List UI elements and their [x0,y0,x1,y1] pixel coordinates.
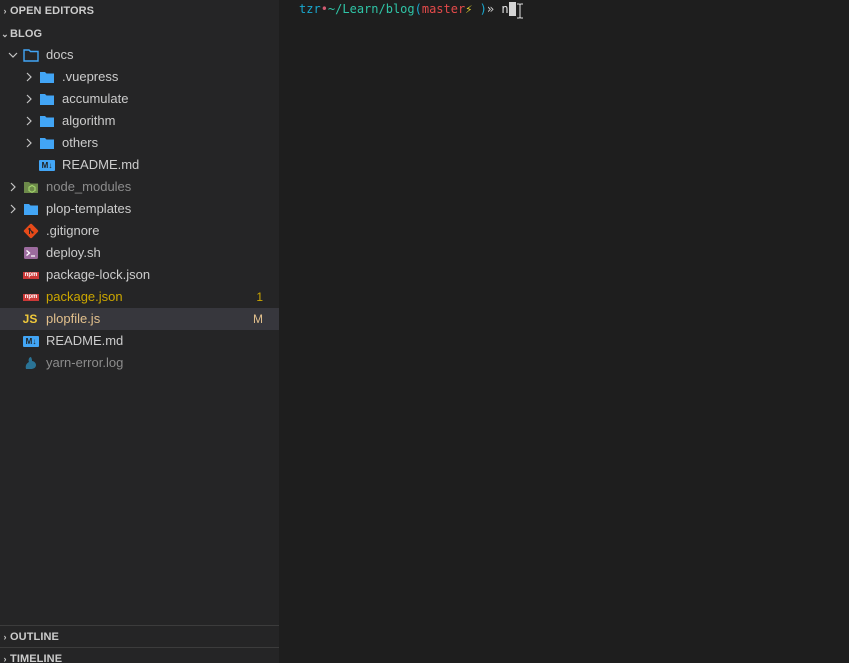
tree-item-deploy-sh[interactable]: deploy.sh [0,242,279,264]
chevron-right-icon: › [3,6,7,16]
npm-icon-glyph: npm [23,271,39,279]
outline-title: OUTLINE [10,631,59,643]
tree-item-label: accumulate [62,91,129,106]
prompt-separator: • [320,2,328,16]
tree-item-label: yarn-error.log [46,355,124,370]
git-icon [23,223,39,239]
tree-item-docs-readme[interactable]: M↓ README.md [0,154,279,176]
tree-item-label: package.json [46,289,123,304]
tree-item-label: .gitignore [46,223,100,238]
project-title: BLOG [10,28,43,40]
tree-item-package-json[interactable]: npm package.json 1 [0,286,279,308]
tree-item-label: docs [46,47,74,62]
folder-open-icon [23,47,39,63]
npm-icon: npm [23,289,39,305]
folder-icon [39,113,55,129]
tree-item-label: plop-templates [46,201,132,216]
markdown-icon-glyph: M↓ [39,159,55,171]
tree-item-accumulate[interactable]: accumulate [0,88,279,110]
tree-item-label: plopfile.js [46,311,101,326]
prompt-close-paren: ) [472,2,487,16]
javascript-icon-glyph: JS [22,312,38,326]
open-editors-title: OPEN EDITORS [10,5,95,17]
prompt-path: ~/Learn/blog [327,2,415,16]
tree-item-label: node_modules [46,179,132,194]
outline-header[interactable]: › OUTLINE [0,625,279,648]
timeline-title: TIMELINE [10,653,63,663]
folder-icon [39,91,55,107]
open-editors-header[interactable]: › OPEN EDITORS [0,0,279,22]
npm-icon: npm [23,267,39,283]
prompt-user: tzr [299,2,321,16]
prompt-git-branch: master [421,2,466,16]
tree-item-docs[interactable]: docs [0,44,279,66]
ibeam-cursor-icon [517,3,523,19]
chevron-right-icon [24,110,34,132]
problem-count-badge: 1 [256,290,263,304]
tree-item-label: algorithm [62,113,116,128]
markdown-icon-glyph: M↓ [23,335,39,347]
tree-item-package-lock-json[interactable]: npm package-lock.json [0,264,279,286]
terminal-prompt-line: tzr•~/Learn/blog(master⚡ )» n [299,1,516,17]
chevron-right-icon [8,198,18,220]
tree-item-yarn-error-log[interactable]: yarn-error.log [0,352,279,374]
terminal-cursor [508,2,516,16]
timeline-header[interactable]: › TIMELINE [0,647,279,663]
tree-item-plopfile-js[interactable]: JS plopfile.js M [0,308,279,330]
prompt-open-paren: ( [414,2,422,16]
blog-project-header[interactable]: ⌄ BLOG [0,23,279,45]
explorer-sidebar: › OPEN EDITORS ⌄ BLOG docs .vuepress acc… [0,0,279,663]
folder-icon [39,135,55,151]
terminal-panel[interactable]: tzr•~/Learn/blog(master⚡ )» n [279,0,849,663]
terminal-command-input[interactable]: n [494,2,508,16]
yarn-icon [23,355,39,371]
tree-item-label: README.md [62,157,140,172]
javascript-icon: JS [22,311,38,327]
tree-item-node-modules[interactable]: node_modules [0,176,279,198]
tree-item-label: README.md [46,333,124,348]
npm-icon-glyph: npm [23,293,39,301]
chevron-right-icon: › [3,632,7,642]
folder-icon [39,69,55,85]
tree-item-others[interactable]: others [0,132,279,154]
markdown-icon: M↓ [39,157,55,173]
chevron-right-icon: › [3,654,7,663]
tree-item-plop-templates[interactable]: plop-templates [0,198,279,220]
chevron-right-icon [24,66,34,88]
chevron-down-icon [8,44,18,66]
markdown-icon: M↓ [23,333,39,349]
tree-item-label: package-lock.json [46,267,151,282]
folder-icon [23,201,39,217]
tree-item-readme[interactable]: M↓ README.md [0,330,279,352]
chevron-right-icon [24,88,34,110]
chevron-right-icon [24,132,34,154]
tree-item-gitignore[interactable]: .gitignore [0,220,279,242]
tree-item-label: others [62,135,99,150]
git-modified-badge: M [253,312,263,326]
chevron-down-icon: ⌄ [1,28,9,39]
tree-item-algorithm[interactable]: algorithm [0,110,279,132]
node-folder-icon [23,179,39,195]
chevron-right-icon [8,176,18,198]
tree-item-vuepress[interactable]: .vuepress [0,66,279,88]
tree-item-label: .vuepress [62,69,119,84]
tree-item-label: deploy.sh [46,245,101,260]
shell-icon [23,245,39,261]
